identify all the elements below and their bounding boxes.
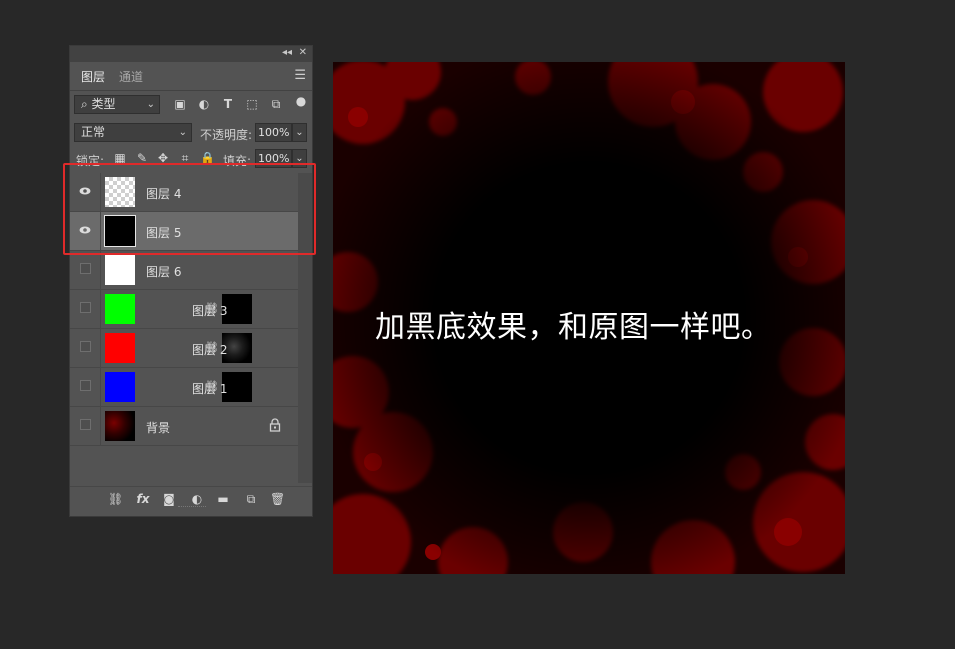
eye-icon [79, 187, 91, 195]
layer-name[interactable]: 背景 [146, 419, 170, 436]
close-icon[interactable]: ✕ [299, 47, 307, 58]
chevron-down-icon: ⌄ [178, 127, 187, 138]
fill-field[interactable]: 100% [255, 149, 292, 168]
shape-filter-icon[interactable]: ⬚ [245, 97, 259, 111]
opacity-label: 不透明度: [200, 128, 253, 142]
layer-thumbnail [105, 333, 135, 363]
layer-thumbnail [105, 372, 135, 402]
lock-transparent-icon[interactable]: ▦ [113, 151, 127, 165]
blend-mode-label: 正常 [81, 125, 106, 139]
layers-panel: ◂◂ ✕ 图层 通道 ☰ ⌕ 类型 ⌄ ▣ ◐ T ⬚ ⧉ ● 正常 ⌄ 不透明… [69, 45, 313, 517]
layer-row[interactable]: 图层 5 [70, 212, 299, 251]
panel-tabs: 图层 通道 ☰ [70, 62, 312, 91]
layer-row[interactable]: 图层 6 [70, 251, 299, 290]
layer-row[interactable]: 背景 [70, 407, 299, 446]
lock-icon[interactable] [269, 418, 281, 432]
visibility-toggle[interactable] [70, 368, 101, 406]
lock-label: 锁定: [76, 154, 105, 168]
opacity-chevron-icon[interactable]: ⌄ [292, 123, 307, 142]
visibility-box [80, 419, 91, 430]
blend-row: 正常 ⌄ 不透明度: 100% ⌄ [70, 122, 312, 146]
trash-icon[interactable]: 🗑 [270, 492, 285, 506]
fill-chevron-icon[interactable]: ⌄ [292, 149, 307, 168]
visibility-box [80, 341, 91, 352]
canvas-caption: 加黑底效果，和原图一样吧。 [375, 310, 772, 345]
visibility-box [80, 263, 91, 274]
smart-object-filter-icon[interactable]: ⧉ [269, 97, 283, 111]
eye-icon [79, 226, 91, 234]
filter-row: ⌕ 类型 ⌄ ▣ ◐ T ⬚ ⧉ ● [70, 94, 312, 118]
opacity-field[interactable]: 100% [255, 123, 292, 142]
add-mask-icon[interactable]: ◙ [162, 492, 176, 506]
layers-scrollbar[interactable] [298, 173, 312, 483]
image-filter-icon[interactable]: ▣ [173, 97, 187, 111]
document-canvas[interactable]: 加黑底效果，和原图一样吧。 [333, 62, 845, 574]
visibility-toggle[interactable] [70, 329, 101, 367]
filter-kind-label: 类型 [91, 97, 116, 111]
layer-row[interactable]: ⛓ 图层 2 [70, 329, 299, 368]
adjustment-filter-icon[interactable]: ◐ [197, 97, 211, 111]
fill-label: 填充: [223, 154, 252, 168]
layer-name[interactable]: 图层 4 [146, 185, 181, 202]
panel-bottom-bar: ⛓ fx ◙ ◐ ▬ ⧉ 🗑 [70, 486, 312, 511]
visibility-toggle[interactable] [70, 251, 101, 289]
layer-thumbnail [105, 294, 135, 324]
filter-toggle-icon[interactable]: ● [294, 94, 308, 108]
visibility-toggle[interactable] [70, 173, 101, 211]
layer-name[interactable]: 图层 6 [146, 263, 181, 280]
chevron-down-icon: ⌄ [146, 99, 155, 110]
fx-icon[interactable]: fx [136, 492, 150, 506]
filter-kind-dropdown[interactable]: ⌕ 类型 ⌄ [74, 95, 160, 114]
layer-row[interactable]: ⛓ 图层 1 [70, 368, 299, 407]
layer-name[interactable]: 图层 2 [192, 341, 227, 358]
link-layers-icon[interactable]: ⛓ [108, 492, 123, 506]
folder-icon[interactable]: ▬ [216, 492, 230, 506]
panel-titlebar: ◂◂ ✕ [70, 46, 312, 62]
lock-artboard-icon[interactable]: ⌗ [178, 151, 192, 165]
layer-thumbnail [104, 215, 136, 247]
layer-row[interactable]: 图层 4 [70, 173, 299, 212]
layer-row[interactable]: ⛓ 图层 3 [70, 290, 299, 329]
blend-mode-dropdown[interactable]: 正常 ⌄ [74, 123, 192, 142]
search-icon: ⌕ [81, 97, 92, 111]
tab-channels[interactable]: 通道 [119, 68, 143, 85]
layer-thumbnail [105, 177, 135, 207]
layer-thumbnail [105, 255, 135, 285]
visibility-toggle[interactable] [70, 290, 101, 328]
layers-list: 图层 4 图层 5 图层 6 ⛓ 图层 3 ⛓ 图层 2 ⛓ 图层 1 背景 [70, 173, 299, 493]
tab-layers[interactable]: 图层 [81, 68, 105, 85]
layer-name[interactable]: 图层 3 [192, 302, 227, 319]
adjustment-icon[interactable]: ◐ [190, 492, 204, 506]
type-filter-icon[interactable]: T [221, 97, 235, 111]
visibility-box [80, 380, 91, 391]
layer-name[interactable]: 图层 1 [192, 380, 227, 397]
visibility-toggle[interactable] [70, 212, 101, 250]
visibility-toggle[interactable] [70, 407, 101, 445]
layer-thumbnail [105, 411, 135, 441]
collapse-icon[interactable]: ◂◂ [282, 47, 292, 58]
lock-move-icon[interactable]: ✥ [156, 151, 170, 165]
layer-name[interactable]: 图层 5 [146, 224, 181, 241]
visibility-box [80, 302, 91, 313]
lock-brush-icon[interactable]: ✎ [135, 151, 149, 165]
lock-all-icon[interactable]: 🔒 [200, 151, 215, 165]
resize-grip[interactable] [178, 506, 206, 511]
lock-row: 锁定: ▦ ✎ ✥ ⌗ 🔒 填充: 100% ⌄ [70, 148, 312, 172]
new-layer-icon[interactable]: ⧉ [244, 492, 258, 506]
panel-menu-icon[interactable]: ☰ [294, 68, 306, 83]
